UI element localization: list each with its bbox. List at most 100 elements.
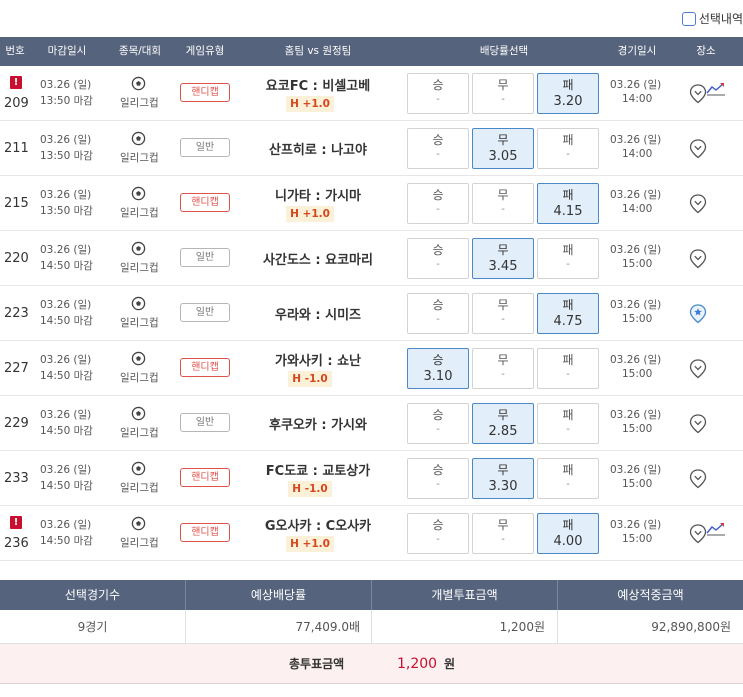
game-time: 14:00: [622, 93, 653, 105]
trend-chart-icon[interactable]: [706, 522, 726, 536]
odds-lose-button[interactable]: 패 -: [537, 348, 599, 389]
warning-icon: !: [10, 516, 22, 529]
odds-draw-label: 무: [497, 408, 509, 422]
match-number: 233: [4, 471, 29, 486]
odds-win-button[interactable]: 승 -: [407, 73, 469, 114]
deadline-time: 14:50 마감: [40, 535, 93, 547]
odds-win-button[interactable]: 승 -: [407, 238, 469, 279]
match-number: 229: [4, 416, 29, 431]
odds-lose-value: 4.15: [553, 204, 583, 219]
odds-lose-button[interactable]: 패 -: [537, 458, 599, 499]
odds-draw-button[interactable]: 무 3.05: [472, 128, 534, 169]
odds-draw-button[interactable]: 무 3.30: [472, 458, 534, 499]
location-pin-icon[interactable]: [689, 138, 707, 159]
handicap-value: H +1.0: [286, 206, 334, 222]
odds-win-label: 승: [432, 188, 444, 202]
deadline-date: 03.26 (일): [40, 409, 92, 421]
league-name: 일리그컵: [120, 152, 159, 164]
match-row: 211 03.26 (일) 13:50 마감 일리그컵 일반 산프히로 : 나고…: [0, 121, 743, 176]
col-sport: 종목/대회: [118, 45, 162, 57]
location-pin-icon[interactable]: [689, 83, 707, 104]
odds-win-button[interactable]: 승 -: [407, 128, 469, 169]
odds-draw-button[interactable]: 무 -: [472, 513, 534, 554]
odds-draw-button[interactable]: 무 -: [472, 73, 534, 114]
handicap-value: H +1.0: [286, 536, 334, 552]
league-name: 일리그컵: [120, 482, 159, 494]
odds-win-button[interactable]: 승 -: [407, 458, 469, 499]
deadline-time: 13:50 마감: [40, 95, 93, 107]
league-name: 일리그컵: [120, 372, 159, 384]
selection-toggle[interactable]: 선택내역: [681, 10, 743, 27]
odds-lose-button[interactable]: 패 4.00: [537, 513, 599, 554]
odds-win-label: 승: [432, 353, 444, 367]
odds-lose-button[interactable]: 패 4.15: [537, 183, 599, 224]
game-time: 15:00: [622, 368, 653, 380]
odds-win-button[interactable]: 승 -: [407, 513, 469, 554]
odds-draw-value: -: [501, 204, 505, 215]
odds-draw-value: -: [501, 314, 505, 325]
match-number: 227: [4, 361, 29, 376]
odds-win-label: 승: [432, 133, 444, 147]
total-stake-value: 1,200: [397, 656, 438, 672]
match-teams: 우라와 : 시미즈: [274, 308, 361, 323]
total-stake-label: 총투표금액: [289, 657, 345, 671]
odds-lose-label: 패: [562, 518, 574, 532]
odds-win-label: 승: [432, 298, 444, 312]
odds-win-value: -: [436, 314, 440, 325]
handicap-value: H -1.0: [288, 481, 332, 497]
odds-win-value: 3.10: [423, 369, 453, 384]
odds-lose-button[interactable]: 패 3.20: [537, 73, 599, 114]
odds-win-label: 승: [432, 78, 444, 92]
odds-lose-button[interactable]: 패 -: [537, 128, 599, 169]
odds-win-button[interactable]: 승 -: [407, 403, 469, 444]
odds-lose-button[interactable]: 패 -: [537, 403, 599, 444]
odds-lose-label: 패: [562, 463, 574, 477]
col-venue: 장소: [696, 45, 716, 57]
soccer-ball-icon: [131, 241, 146, 256]
game-date: 03.26 (일): [610, 79, 662, 91]
game-time: 15:00: [622, 423, 653, 435]
location-pin-icon[interactable]: [689, 523, 707, 544]
summary-values: 9경기 77,409.0배 1,200원 92,890,800원: [0, 610, 743, 644]
location-pin-icon[interactable]: [689, 303, 707, 324]
trend-chart-icon[interactable]: [706, 82, 726, 96]
soccer-ball-icon: [131, 461, 146, 476]
league-name: 일리그컵: [120, 207, 159, 219]
odds-lose-button[interactable]: 패 4.75: [537, 293, 599, 334]
location-pin-icon[interactable]: [689, 413, 707, 434]
deadline-date: 03.26 (일): [40, 354, 92, 366]
summary-payout-header: 예상적중금액: [617, 588, 684, 602]
game-type-badge: 핸디캡: [180, 523, 230, 542]
odds-draw-button[interactable]: 무 -: [472, 348, 534, 389]
odds-win-label: 승: [432, 518, 444, 532]
location-pin-icon[interactable]: [689, 193, 707, 214]
odds-win-button[interactable]: 승 3.10: [407, 348, 469, 389]
location-pin-icon[interactable]: [689, 248, 707, 269]
odds-lose-button[interactable]: 패 -: [537, 238, 599, 279]
odds-lose-label: 패: [562, 353, 574, 367]
soccer-ball-icon: [131, 516, 146, 531]
location-pin-icon[interactable]: [689, 468, 707, 489]
selection-checkbox[interactable]: [681, 11, 696, 26]
match-row: 220 03.26 (일) 14:50 마감 일리그컵 일반 사간도스 : 요코…: [0, 231, 743, 286]
odds-lose-label: 패: [562, 78, 574, 92]
odds-draw-button[interactable]: 무 -: [472, 293, 534, 334]
deadline-time: 14:50 마감: [40, 370, 93, 382]
summary-count: 9경기: [77, 620, 108, 634]
odds-win-button[interactable]: 승 -: [407, 183, 469, 224]
col-number: 번호: [5, 45, 25, 57]
match-list: ! 209 03.26 (일) 13:50 마감 일리그컵 핸디캡 요코FC :…: [0, 66, 743, 561]
odds-draw-label: 무: [497, 243, 509, 257]
odds-draw-button[interactable]: 무 2.85: [472, 403, 534, 444]
summary-count-header: 선택경기수: [64, 588, 121, 602]
handicap-value: H -1.0: [288, 371, 332, 387]
deadline-date: 03.26 (일): [40, 519, 92, 531]
odds-draw-value: -: [501, 369, 505, 380]
odds-draw-button[interactable]: 무 -: [472, 183, 534, 224]
game-time: 15:00: [622, 533, 653, 545]
odds-win-value: -: [436, 259, 440, 270]
odds-draw-button[interactable]: 무 3.45: [472, 238, 534, 279]
odds-win-button[interactable]: 승 -: [407, 293, 469, 334]
summary: 선택경기수 예상배당률 개별투표금액 예상적중금액 9경기 77,409.0배 …: [0, 580, 743, 684]
location-pin-icon[interactable]: [689, 358, 707, 379]
